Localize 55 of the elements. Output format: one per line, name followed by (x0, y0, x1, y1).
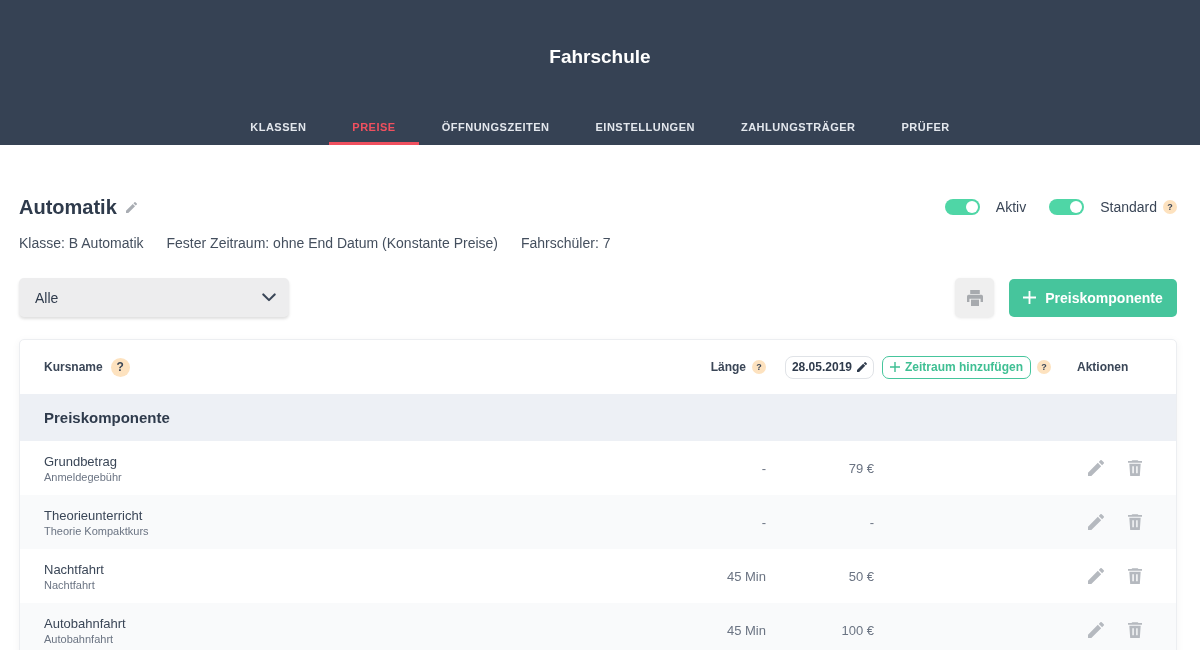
trash-icon[interactable] (1128, 460, 1142, 476)
filter-dropdown[interactable]: Alle (19, 278, 289, 317)
pencil-icon[interactable] (1088, 568, 1104, 584)
column-header: Kursname (44, 360, 103, 374)
nav-tab[interactable]: ZAHLUNGSTRÄGER (717, 105, 879, 145)
pencil-icon[interactable] (1088, 622, 1104, 638)
course-name: Theorieunterricht (44, 506, 143, 524)
course-subtitle: Anmeldegebühr (44, 469, 122, 484)
group-title: Preiskomponente (44, 409, 170, 426)
detail-text: Fahrschüler: 7 (521, 234, 611, 253)
course-subtitle: Theorie Kompaktkurs (44, 523, 149, 538)
pencil-icon[interactable] (1088, 514, 1104, 530)
chevron-down-icon (262, 293, 276, 302)
printer-icon (966, 289, 983, 306)
trash-icon[interactable] (1128, 622, 1142, 638)
course-title: Automatik (19, 195, 117, 220)
nav-tab[interactable]: ÖFFNUNGSZEITEN (418, 105, 573, 145)
length-value: 45 Min (726, 622, 766, 638)
app-title: Fahrschule (549, 45, 651, 69)
length-value: - (761, 514, 766, 530)
toggle-switch[interactable] (1049, 199, 1085, 215)
course-name: Autobahnfahrt (44, 614, 126, 632)
detail-text: Fester Zeitraum: ohne End Datum (Konstante Preise) (166, 234, 498, 253)
trash-icon[interactable] (1128, 568, 1142, 584)
detail-text: Klasse: B Automatik (19, 234, 144, 253)
pencil-icon[interactable] (125, 201, 137, 213)
help-badge: ? (752, 360, 766, 374)
course-name: Grundbetrag (44, 452, 117, 470)
price-value: - (869, 514, 874, 530)
trash-icon[interactable] (1128, 514, 1142, 530)
toggle-label: Aktiv (995, 198, 1027, 216)
length-value: 45 Min (726, 568, 766, 584)
print-button[interactable] (955, 278, 994, 317)
length-value: - (761, 460, 766, 476)
pencil-icon (857, 362, 867, 372)
toggle-switch[interactable] (944, 199, 980, 215)
column-header: Aktionen (1077, 360, 1129, 374)
course-subtitle: Autobahnfahrt (44, 631, 114, 646)
help-badge: ? (110, 357, 130, 377)
price-value: 50 € (848, 568, 874, 584)
date-chip[interactable]: 28.05.2019 (784, 355, 874, 379)
column-header: Länge (710, 360, 746, 374)
help-badge: ? (1163, 200, 1177, 214)
price-value: 79 € (848, 460, 874, 476)
nav-tab[interactable]: EINSTELLUNGEN (572, 105, 718, 145)
toggle-label: Standard (1100, 198, 1157, 216)
course-name: Nachtfahrt (44, 560, 104, 578)
plus-icon (890, 362, 900, 372)
plus-icon (1023, 291, 1037, 304)
nav-tab[interactable]: KLASSEN (227, 105, 330, 145)
course-subtitle: Nachtfahrt (44, 577, 95, 592)
pencil-icon[interactable] (1088, 460, 1104, 476)
help-badge: ? (1037, 360, 1051, 374)
price-value: 100 € (841, 622, 874, 638)
nav-tab[interactable]: PRÜFER (878, 105, 973, 145)
